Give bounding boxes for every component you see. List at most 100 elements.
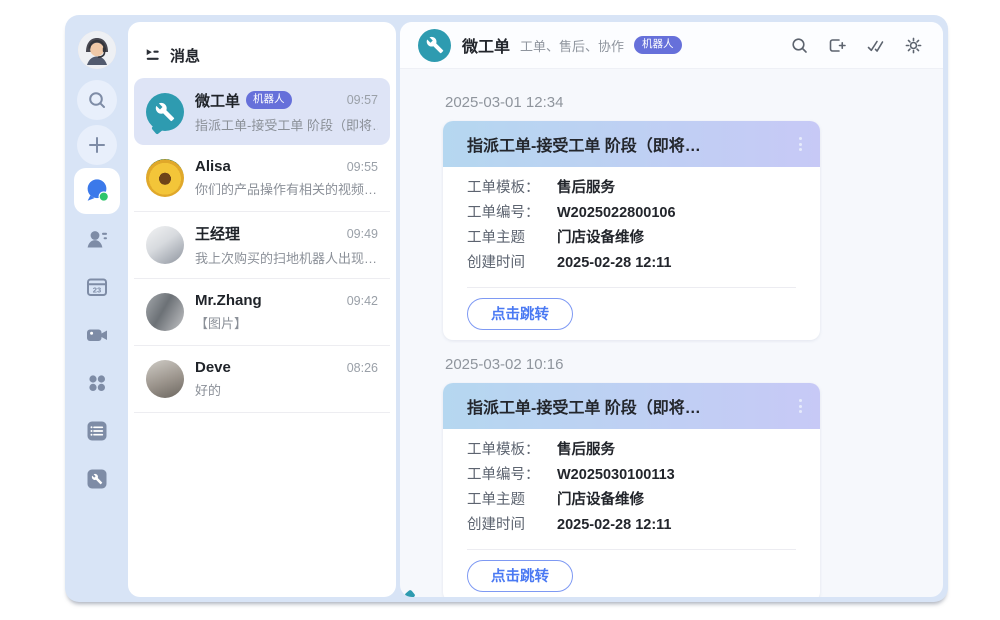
conversation-time: 09:57 <box>347 93 378 107</box>
workorder-card-header: 指派工单-接受工单 阶段（即将… <box>443 121 820 167</box>
nav-meeting[interactable] <box>74 312 120 358</box>
filter-list-icon[interactable] <box>144 47 161 64</box>
wrench-tools-icon <box>85 467 109 491</box>
calendar-day-label: 23 <box>92 286 100 295</box>
chat-header-actions <box>790 36 923 55</box>
user-avatar[interactable] <box>78 31 116 69</box>
robot-badge: 机器人 <box>634 36 682 54</box>
field-label: 工单模板： <box>467 438 557 459</box>
nav-docs[interactable] <box>74 408 120 454</box>
search-button[interactable] <box>77 80 117 120</box>
conversation-name: Deve <box>195 359 231 376</box>
robot-badge: 机器人 <box>246 91 292 109</box>
message-group: 2025-03-02 10:16 指派工单-接受工单 阶段（即将… 工单模板： … <box>443 356 943 597</box>
app-window: 23 <box>65 15 948 602</box>
field-value: 售后服务 <box>557 438 615 459</box>
card-divider <box>467 287 796 288</box>
conversation-preview: 我上次购买的扫地机器人出现… <box>195 248 378 267</box>
workorder-card-header: 指派工单-接受工单 阶段（即将… <box>443 383 820 429</box>
nav-tools[interactable] <box>74 456 120 502</box>
conversation-item-deve[interactable]: Deve 08:26 好的 <box>134 346 390 413</box>
sunflower-photo-avatar <box>146 159 184 197</box>
user-avatar-image <box>78 31 116 69</box>
chat-title: 微工单 <box>462 33 510 57</box>
road-photo-avatar <box>146 293 184 331</box>
nav-contacts[interactable] <box>74 216 120 262</box>
field-label: 创建时间 <box>467 251 557 272</box>
conversation-item-alisa[interactable]: Alisa 09:55 你们的产品操作有相关的视频… <box>134 145 390 212</box>
left-nav-rail: 23 <box>65 15 128 602</box>
conversation-time: 08:26 <box>347 361 378 375</box>
jump-button[interactable]: 点击跳转 <box>467 298 573 330</box>
conversation-name: Mr.Zhang <box>195 292 262 309</box>
field-label: 工单模板： <box>467 176 557 197</box>
field-value: 2025-02-28 12:11 <box>557 255 672 271</box>
conversation-name: 微工单 <box>195 90 240 111</box>
portrait-photo-avatar <box>146 360 184 398</box>
conversation-time: 09:55 <box>347 160 378 174</box>
field-row: 创建时间 2025-02-28 12:11 <box>467 513 796 537</box>
nav-chat[interactable] <box>74 168 120 214</box>
workorder-card-title: 指派工单-接受工单 阶段（即将… <box>467 394 701 418</box>
workorder-card: 指派工单-接受工单 阶段（即将… 工单模板： 售后服务 工单编号： W20250… <box>443 121 820 340</box>
field-value: W2025022800106 <box>557 205 676 221</box>
bot-wrench-avatar <box>146 93 184 131</box>
conversation-item-weigongdan[interactable]: 微工单 机器人 09:57 指派工单-接受工单 阶段（即将… <box>134 78 390 145</box>
chat-message-area: 2025-03-01 12:34 指派工单-接受工单 阶段（即将… 工单模板： … <box>400 69 943 597</box>
conversation-preview: 好的 <box>195 380 378 399</box>
nav-calendar[interactable]: 23 <box>74 264 120 310</box>
search-icon[interactable] <box>790 36 809 55</box>
field-row: 工单编号： W2025022800106 <box>467 201 796 225</box>
contacts-icon <box>85 227 109 251</box>
screenshot-background: 23 <box>0 0 1000 620</box>
field-label: 工单主题 <box>467 488 557 509</box>
field-row: 工单模板： 售后服务 <box>467 176 796 200</box>
message-list-panel: 消息 微工单 机器人 09:57 指派工单-接受工单 阶段（即将… <box>128 22 396 597</box>
conversation-name: Alisa <box>195 158 231 175</box>
settings-gear-icon[interactable] <box>904 36 923 55</box>
message-group: 2025-03-01 12:34 指派工单-接受工单 阶段（即将… 工单模板： … <box>443 94 943 340</box>
nav-workbench[interactable] <box>74 360 120 406</box>
field-value: 售后服务 <box>557 176 615 197</box>
conversation-time: 09:49 <box>347 227 378 241</box>
create-button[interactable] <box>77 125 117 165</box>
jump-button[interactable]: 点击跳转 <box>467 560 573 592</box>
field-row: 工单主题 门店设备维修 <box>467 488 796 512</box>
bot-wrench-avatar <box>418 29 451 62</box>
chat-bubble-icon <box>82 176 112 206</box>
field-row: 创建时间 2025-02-28 12:11 <box>467 251 796 275</box>
message-timestamp: 2025-03-02 10:16 <box>445 356 943 373</box>
conversation-preview: 指派工单-接受工单 阶段（即将… <box>195 115 378 134</box>
conversation-item-mrzhang[interactable]: Mr.Zhang 09:42 【图片】 <box>134 279 390 346</box>
white-car-photo-avatar <box>146 226 184 264</box>
field-row: 工单编号： W2025030100113 <box>467 463 796 487</box>
card-divider <box>467 549 796 550</box>
conversation-name: 王经理 <box>195 223 240 244</box>
plus-icon <box>86 134 108 156</box>
chat-panel: 微工单 工单、售后、协作 机器人 <box>400 22 943 597</box>
workorder-card: 指派工单-接受工单 阶段（即将… 工单模板： 售后服务 工单编号： W20250… <box>443 383 820 597</box>
conversation-item-wangjingli[interactable]: 王经理 09:49 我上次购买的扫地机器人出现… <box>134 212 390 279</box>
conversation-time: 09:42 <box>347 294 378 308</box>
field-label: 创建时间 <box>467 513 557 534</box>
more-dots-icon[interactable] <box>795 395 806 417</box>
field-value: 门店设备维修 <box>557 226 644 247</box>
message-list-header: 消息 <box>128 22 396 78</box>
video-camera-icon <box>85 323 109 347</box>
wrench-icon <box>426 36 444 54</box>
conversation-preview: 你们的产品操作有相关的视频… <box>195 179 378 198</box>
field-label: 工单编号： <box>467 463 557 484</box>
apps-grid-icon <box>85 371 109 395</box>
chat-header: 微工单 工单、售后、协作 机器人 <box>400 22 943 69</box>
field-value: W2025030100113 <box>557 467 675 483</box>
message-list-title: 消息 <box>170 45 200 66</box>
more-dots-icon[interactable] <box>795 133 806 155</box>
field-row: 工单主题 门店设备维修 <box>467 226 796 250</box>
conversation-preview: 【图片】 <box>195 313 378 332</box>
wrench-icon <box>155 102 175 122</box>
calendar-icon: 23 <box>85 275 109 299</box>
add-box-icon[interactable] <box>828 36 847 55</box>
search-icon <box>86 89 108 111</box>
field-label: 工单编号： <box>467 201 557 222</box>
double-check-icon[interactable] <box>866 36 885 55</box>
